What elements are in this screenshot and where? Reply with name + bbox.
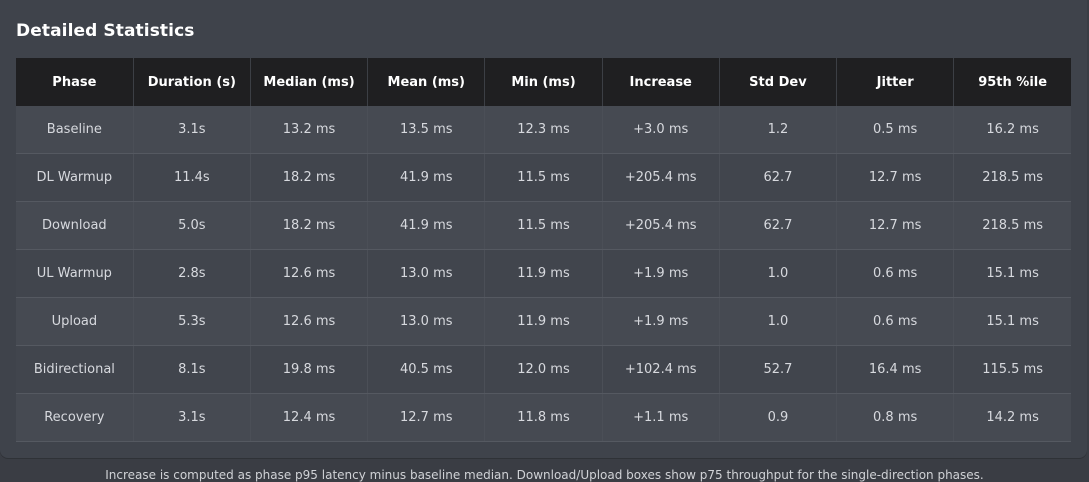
cell-median: 18.2 ms [250,201,369,250]
cell-min: 11.8 ms [484,393,603,442]
cell-p95: 218.5 ms [953,201,1071,250]
table-row: Bidirectional 8.1s 19.8 ms 40.5 ms 12.0 … [16,345,1071,394]
cell-p95: 115.5 ms [953,345,1071,394]
cell-mean: 41.9 ms [367,153,486,202]
cell-increase: +1.1 ms [602,393,720,442]
cell-median: 13.2 ms [250,106,369,154]
cell-p95: 218.5 ms [953,153,1071,202]
cell-std-dev: 1.0 [719,249,838,298]
cell-std-dev: 0.9 [719,393,838,442]
section-title: Detailed Statistics [16,21,195,41]
cell-phase: Download [16,201,134,250]
cell-jitter: 0.5 ms [836,106,955,154]
cell-min: 11.5 ms [484,201,603,250]
cell-jitter: 0.8 ms [836,393,955,442]
cell-jitter: 0.6 ms [836,297,955,346]
cell-mean: 41.9 ms [367,201,486,250]
cell-std-dev: 62.7 [719,153,838,202]
cell-mean: 13.0 ms [367,297,486,346]
cell-phase: Upload [16,297,134,346]
table-row: Download 5.0s 18.2 ms 41.9 ms 11.5 ms +2… [16,201,1071,250]
cell-median: 12.6 ms [250,297,369,346]
column-header-jitter: Jitter [836,58,955,106]
cell-phase: Recovery [16,393,134,442]
cell-duration: 8.1s [133,345,251,394]
cell-mean: 13.5 ms [367,106,486,154]
cell-min: 11.9 ms [484,297,603,346]
cell-min: 11.5 ms [484,153,603,202]
cell-phase: UL Warmup [16,249,134,298]
column-header-mean: Mean (ms) [367,58,486,106]
cell-median: 12.6 ms [250,249,369,298]
table-row: Recovery 3.1s 12.4 ms 12.7 ms 11.8 ms +1… [16,393,1071,442]
cell-median: 18.2 ms [250,153,369,202]
cell-min: 12.0 ms [484,345,603,394]
column-header-p95: 95th %ile [953,58,1071,106]
cell-median: 12.4 ms [250,393,369,442]
cell-increase: +102.4 ms [602,345,720,394]
table-row: Baseline 3.1s 13.2 ms 13.5 ms 12.3 ms +3… [16,106,1071,154]
cell-p95: 14.2 ms [953,393,1071,442]
cell-increase: +1.9 ms [602,297,720,346]
header-row: Phase Duration (s) Median (ms) Mean (ms)… [16,58,1071,106]
cell-std-dev: 1.0 [719,297,838,346]
cell-duration: 2.8s [133,249,251,298]
table-header: Phase Duration (s) Median (ms) Mean (ms)… [16,58,1071,106]
cell-min: 12.3 ms [484,106,603,154]
cell-mean: 12.7 ms [367,393,486,442]
cell-p95: 16.2 ms [953,106,1071,154]
cell-jitter: 16.4 ms [836,345,955,394]
cell-min: 11.9 ms [484,249,603,298]
cell-std-dev: 52.7 [719,345,838,394]
column-header-std-dev: Std Dev [719,58,838,106]
cell-jitter: 12.7 ms [836,201,955,250]
cell-std-dev: 62.7 [719,201,838,250]
cell-median: 19.8 ms [250,345,369,394]
column-header-phase: Phase [16,58,134,106]
cell-jitter: 12.7 ms [836,153,955,202]
cell-phase: DL Warmup [16,153,134,202]
cell-duration: 3.1s [133,393,251,442]
cell-phase: Bidirectional [16,345,134,394]
column-header-duration: Duration (s) [133,58,251,106]
detailed-statistics-panel: Detailed Statistics Phase Duration (s) M… [0,0,1087,458]
table-body: Baseline 3.1s 13.2 ms 13.5 ms 12.3 ms +3… [16,106,1071,442]
cell-duration: 5.0s [133,201,251,250]
table-row: DL Warmup 11.4s 18.2 ms 41.9 ms 11.5 ms … [16,153,1071,202]
cell-increase: +3.0 ms [602,106,720,154]
cell-phase: Baseline [16,106,134,154]
column-header-min: Min (ms) [484,58,603,106]
cell-duration: 5.3s [133,297,251,346]
cell-std-dev: 1.2 [719,106,838,154]
cell-duration: 3.1s [133,106,251,154]
table-footnote: Increase is computed as phase p95 latenc… [105,468,984,482]
table-row: Upload 5.3s 12.6 ms 13.0 ms 11.9 ms +1.9… [16,297,1071,346]
cell-p95: 15.1 ms [953,249,1071,298]
cell-p95: 15.1 ms [953,297,1071,346]
cell-increase: +1.9 ms [602,249,720,298]
cell-mean: 40.5 ms [367,345,486,394]
statistics-table: Phase Duration (s) Median (ms) Mean (ms)… [16,58,1071,442]
cell-duration: 11.4s [133,153,251,202]
cell-increase: +205.4 ms [602,153,720,202]
table-row: UL Warmup 2.8s 12.6 ms 13.0 ms 11.9 ms +… [16,249,1071,298]
cell-increase: +205.4 ms [602,201,720,250]
cell-mean: 13.0 ms [367,249,486,298]
column-header-increase: Increase [602,58,720,106]
column-header-median: Median (ms) [250,58,369,106]
cell-jitter: 0.6 ms [836,249,955,298]
